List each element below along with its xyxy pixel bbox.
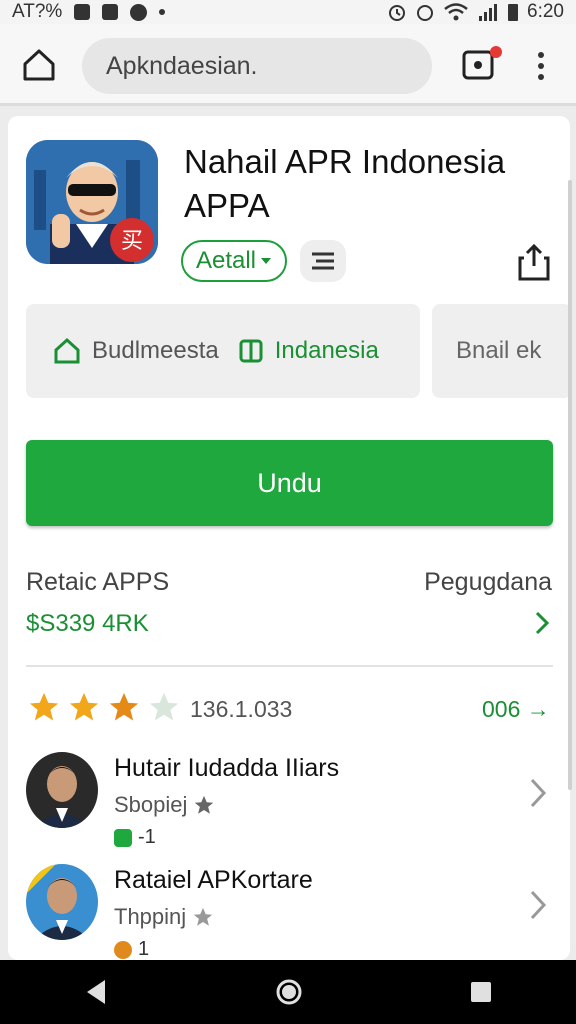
review-author: Rataiel APKortare: [114, 866, 313, 894]
review-meta: -1: [114, 826, 156, 849]
star-filled-icon: [29, 692, 59, 721]
url-field[interactable]: Apkndaesian.: [82, 38, 432, 94]
info-right-link[interactable]: Pegugdana: [424, 568, 552, 597]
chip-right-label: Indanesia: [274, 337, 379, 364]
review-item[interactable]: Hutair Iudadda IIiars Sbopiej -1: [26, 752, 553, 848]
house-outline-icon: [54, 337, 80, 364]
app-icon-artwork: 买: [26, 140, 158, 264]
menu-dot: [538, 63, 544, 69]
chevron-right-icon[interactable]: [526, 888, 550, 922]
review-meta-text: 1: [138, 938, 150, 960]
scrollbar[interactable]: [568, 180, 572, 790]
tabs-icon: [462, 46, 502, 80]
browser-toolbar: Apkndaesian.: [0, 24, 576, 106]
list-view-button[interactable]: [300, 240, 346, 282]
chevron-right-icon[interactable]: [532, 610, 552, 636]
url-text: Apkndaesian.: [106, 51, 258, 80]
avatar: [26, 752, 98, 828]
info-label: Retaic APPS: [26, 568, 170, 596]
review-meta-text: -1: [138, 826, 156, 848]
review-source: Thppinj: [114, 904, 214, 930]
review-meta: 1: [114, 938, 149, 960]
carrier-text: AT?%: [12, 1, 63, 22]
menu-dot: [538, 52, 544, 58]
rating-stars: [26, 690, 182, 724]
chip-left-label: Budlmeesta: [92, 337, 219, 364]
app-icon-badge-text: 买: [121, 229, 143, 254]
home-circle-icon[interactable]: [274, 977, 304, 1007]
more-notifications-icon: [159, 9, 166, 15]
install-button[interactable]: Undu: [26, 440, 553, 526]
review-source: Sbopiej: [114, 792, 215, 818]
rating-count: 136.1.033: [190, 696, 293, 722]
info-value: $S339 4RK: [26, 610, 149, 637]
overflow-menu-button[interactable]: [528, 46, 554, 86]
wifi-icon: [444, 3, 468, 21]
star-icon: [193, 907, 213, 926]
clock-icon: [417, 5, 434, 21]
badge-icon: [114, 940, 132, 959]
status-bar: AT?% 6:20: [0, 0, 576, 24]
recents-icon[interactable]: [469, 980, 493, 1004]
review-author: Hutair Iudadda IIiars: [114, 754, 340, 782]
verified-badge-icon: [114, 828, 132, 847]
ratings-link[interactable]: 006 →: [482, 696, 550, 723]
alarm-icon: [389, 5, 406, 21]
list-icon: [312, 252, 334, 270]
app-icon: 买: [26, 140, 158, 264]
home-icon: [23, 49, 55, 81]
star-filled-icon: [69, 692, 99, 721]
secondary-chip[interactable]: Bnail ek: [432, 304, 570, 398]
share-button[interactable]: [516, 242, 552, 282]
category-chip[interactable]: Budlmeesta Indanesia: [26, 304, 420, 398]
star-filled-icon: [109, 692, 139, 721]
chevron-right-icon[interactable]: [526, 776, 550, 810]
avatar: [26, 864, 98, 940]
install-label: Undu: [257, 467, 322, 498]
sync-icon: [130, 3, 148, 21]
book-icon: [239, 339, 263, 363]
caret-down-icon: [261, 258, 272, 264]
review-item[interactable]: Rataiel APKortare Thppinj 1: [26, 864, 553, 960]
battery-icon: [508, 4, 519, 21]
detail-dropdown-button[interactable]: Aetall: [181, 240, 287, 282]
app-detail-card: 买 Nahail APR Indonesia APPA Aetall Budlm…: [8, 116, 570, 960]
download-icon: [102, 4, 119, 20]
status-right: 6:20: [387, 1, 564, 23]
app-title: Nahail APR Indonesia APPA: [184, 143, 506, 224]
star-empty-icon: [149, 692, 179, 721]
review-source-label: Thppinj: [114, 904, 187, 929]
signal-icon: [479, 4, 498, 21]
tabs-button[interactable]: [462, 46, 502, 82]
home-button[interactable]: [20, 46, 58, 84]
review-source-label: Sbopiej: [114, 792, 188, 817]
detail-label: Aetall: [195, 247, 257, 274]
clock-time: 6:20: [527, 1, 564, 22]
system-nav-bar: [0, 960, 576, 1024]
status-left: AT?%: [12, 1, 166, 23]
back-icon[interactable]: [83, 978, 109, 1006]
star-icon: [195, 795, 214, 814]
section-divider: [26, 665, 553, 667]
menu-dot: [538, 74, 544, 80]
share-icon: [518, 243, 550, 281]
notification-icon: [74, 4, 91, 20]
chip2-label: Bnail ek: [456, 337, 542, 364]
